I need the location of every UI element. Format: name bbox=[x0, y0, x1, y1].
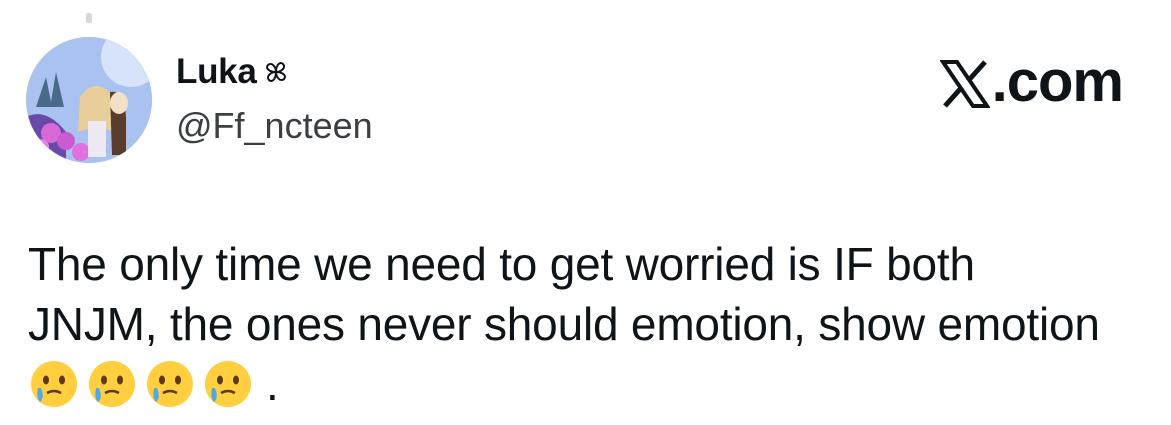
display-name-text: Luka bbox=[176, 52, 257, 91]
avatar[interactable] bbox=[26, 37, 152, 163]
tweet-emoji-row: . bbox=[28, 354, 1163, 414]
author-handle[interactable]: @Ff_ncteen bbox=[176, 105, 373, 147]
tweet-line-1: The only time we need to get worried is … bbox=[28, 238, 975, 290]
brand-wordmark: .com bbox=[939, 48, 1124, 115]
author-display-name[interactable]: Luka bbox=[176, 52, 291, 92]
x-logo-icon bbox=[939, 59, 990, 108]
tweet-body: The only time we need to get worried is … bbox=[28, 234, 1163, 414]
tweet-line-2: JNJM, the ones never should emotion, sho… bbox=[28, 298, 1100, 350]
face-holding-back-tears-icon bbox=[147, 361, 193, 407]
face-holding-back-tears-icon bbox=[89, 361, 135, 407]
brand-domain-suffix: .com bbox=[991, 49, 1124, 114]
face-holding-back-tears-icon bbox=[205, 361, 251, 407]
clover-outline-icon bbox=[265, 62, 286, 82]
avatar-image bbox=[26, 37, 152, 163]
tweet-end-punctuation: . bbox=[266, 358, 279, 410]
top-marker bbox=[86, 13, 92, 23]
face-holding-back-tears-icon bbox=[31, 361, 77, 407]
